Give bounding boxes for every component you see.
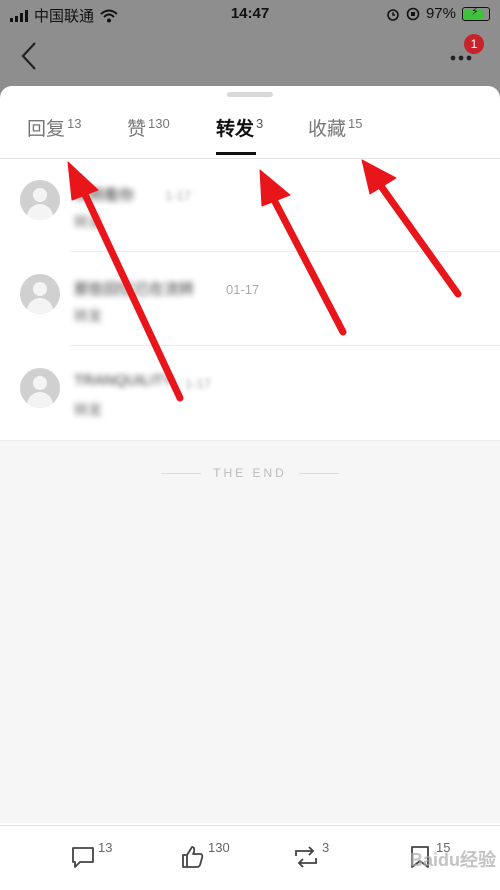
user-name[interactable]: 宋明看你 — [74, 184, 134, 205]
tab-count: 3 — [256, 116, 264, 131]
thumbs-up-icon — [182, 846, 204, 868]
tab-favorites[interactable]: 收藏 15 — [308, 114, 362, 158]
end-of-list-marker: THE END — [0, 466, 500, 480]
empty-area — [0, 441, 500, 823]
repost-count: 3 — [322, 840, 330, 855]
item-action: 转发 — [74, 308, 102, 324]
notification-badge: 1 — [464, 34, 484, 54]
tab-likes[interactable]: 赞 130 — [127, 114, 170, 158]
status-right: 97% ⚡ — [386, 5, 490, 22]
like-count: 130 — [208, 840, 230, 855]
avatar[interactable] — [20, 274, 60, 314]
item-action: 转发 — [74, 214, 102, 230]
bottom-toolbar: 13 130 3 15 Baidu经验 — [0, 825, 500, 890]
list-item[interactable]: 那些回忆已在流转 01-17 转发 — [0, 252, 500, 346]
the-end-label: THE END — [213, 466, 287, 480]
item-date: 1-17 — [165, 188, 192, 203]
battery-icon: ⚡ — [462, 6, 490, 21]
battery-percent: 97% — [425, 5, 456, 22]
back-arrow-icon[interactable] — [18, 40, 42, 72]
active-tab-indicator — [216, 152, 256, 155]
tab-label: 收藏 — [308, 119, 347, 140]
tab-count: 15 — [348, 116, 363, 131]
user-name[interactable]: TRANQUILITY — [74, 372, 173, 389]
tab-label: 回复 — [27, 119, 66, 140]
alarm-icon — [387, 8, 399, 21]
repost-icon — [295, 846, 317, 868]
avatar[interactable] — [20, 368, 60, 408]
item-date: 1-17 — [185, 376, 212, 391]
avatar[interactable] — [20, 180, 60, 220]
drag-handle[interactable] — [227, 92, 273, 97]
tab-count: 130 — [148, 116, 170, 131]
comment-icon — [72, 847, 94, 868]
item-action: 转发 — [74, 402, 102, 418]
status-bar: 中国联通 14:47 97% ⚡ — [0, 0, 500, 28]
tab-label: 赞 — [127, 119, 147, 140]
comment-count: 13 — [98, 840, 113, 855]
tab-label: 转发 — [216, 119, 255, 140]
list-item[interactable]: TRANQUILITY 1-17 转发 — [0, 346, 500, 440]
list-item[interactable]: 宋明看你 1-17 转发 — [0, 158, 500, 252]
user-name[interactable]: 那些回忆已在流转 — [74, 278, 194, 299]
orientation-lock-icon — [406, 7, 420, 20]
tab-count: 13 — [67, 116, 82, 131]
item-date: 01-17 — [226, 282, 260, 297]
repost-list: 宋明看你 1-17 转发 那些回忆已在流转 01-17 转发 TRANQUILI… — [0, 158, 500, 440]
bottom-sheet: 回复 13 赞 130 转发 3 收藏 15 宋明看你 1-17 转发 那些回忆已在流转… — [0, 86, 500, 889]
tab-replies[interactable]: 回复 13 — [27, 114, 81, 158]
watermark: Baidu经验 — [409, 850, 496, 870]
